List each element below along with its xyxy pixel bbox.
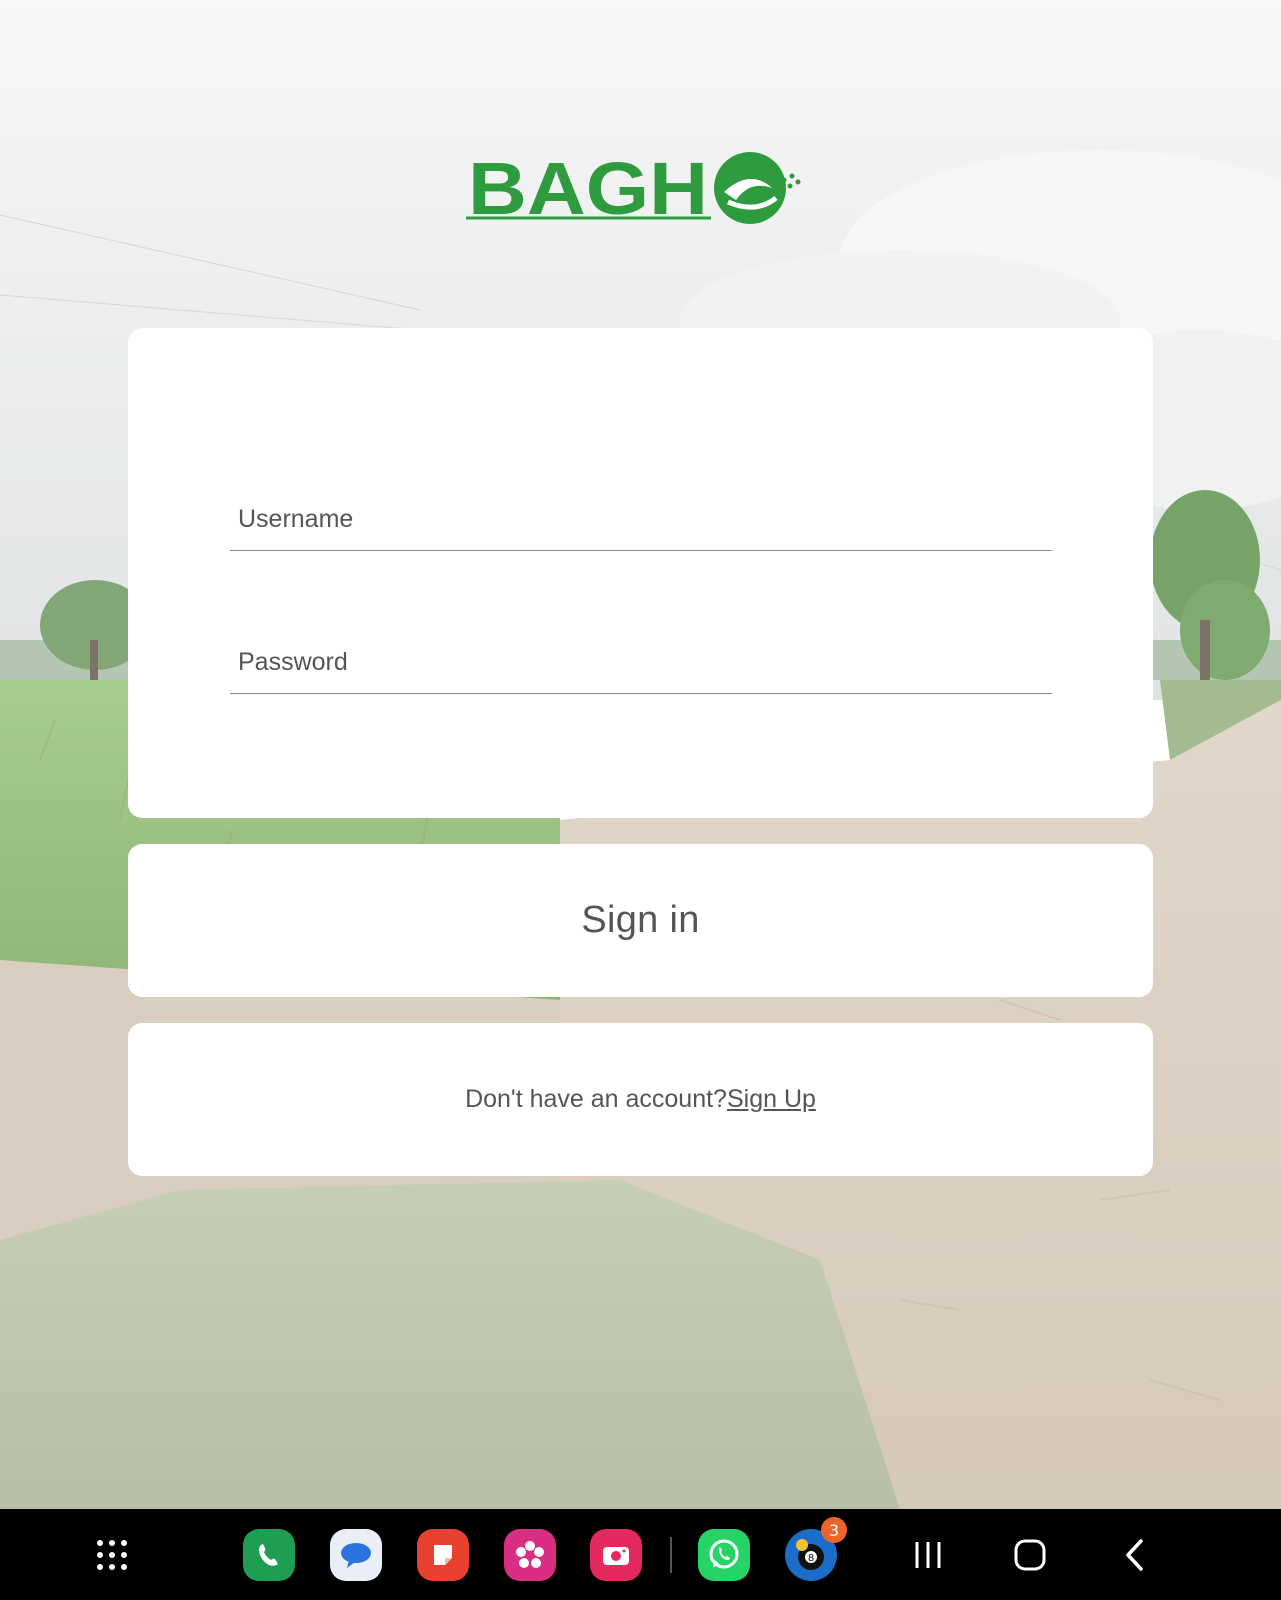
notes-app-button[interactable] bbox=[417, 1529, 469, 1581]
bagh-logo: BAGH bbox=[466, 147, 816, 230]
pool-game-icon: 8 bbox=[796, 1539, 824, 1570]
logo-graphic: BAGH bbox=[466, 147, 801, 230]
apps-grid-icon bbox=[97, 1540, 127, 1570]
pool-game-app-button[interactable]: 8 3 bbox=[785, 1517, 847, 1581]
phone-icon bbox=[259, 1544, 278, 1566]
password-field bbox=[230, 603, 1052, 694]
notification-badge: 3 bbox=[821, 1517, 847, 1543]
signup-prompt-card: Don't have an account? Sign Up bbox=[128, 1023, 1153, 1176]
login-card bbox=[128, 328, 1153, 818]
whatsapp-icon bbox=[709, 1539, 739, 1569]
taskbar: 8 3 bbox=[0, 1509, 1281, 1600]
home-icon bbox=[1014, 1539, 1046, 1571]
recents-icon bbox=[915, 1542, 941, 1568]
sign-in-button[interactable]: Sign in bbox=[128, 844, 1153, 997]
camera-icon bbox=[603, 1547, 629, 1565]
messages-icon bbox=[341, 1543, 371, 1568]
sign-in-label: Sign in bbox=[581, 899, 700, 941]
sign-up-link[interactable]: Sign Up bbox=[727, 1085, 816, 1114]
phone-app-button[interactable] bbox=[243, 1529, 295, 1581]
recent-apps-button[interactable] bbox=[908, 1535, 948, 1575]
back-button[interactable] bbox=[1116, 1535, 1156, 1575]
svg-text:8: 8 bbox=[808, 1553, 814, 1564]
gallery-app-button[interactable] bbox=[504, 1529, 556, 1581]
whatsapp-app-button[interactable] bbox=[698, 1529, 750, 1581]
gallery-icon bbox=[516, 1541, 544, 1568]
password-input[interactable] bbox=[230, 648, 1038, 677]
notes-icon bbox=[434, 1545, 452, 1565]
username-input[interactable] bbox=[230, 505, 1038, 534]
back-arrow-icon bbox=[1126, 1539, 1143, 1571]
messages-app-button[interactable] bbox=[330, 1529, 382, 1581]
username-field bbox=[230, 460, 1052, 551]
signup-prompt-text: Don't have an account? bbox=[465, 1085, 727, 1113]
camera-app-button[interactable] bbox=[590, 1529, 642, 1581]
app-drawer-button[interactable] bbox=[92, 1535, 132, 1575]
taskbar-divider bbox=[670, 1537, 672, 1573]
home-button[interactable] bbox=[1010, 1535, 1050, 1575]
